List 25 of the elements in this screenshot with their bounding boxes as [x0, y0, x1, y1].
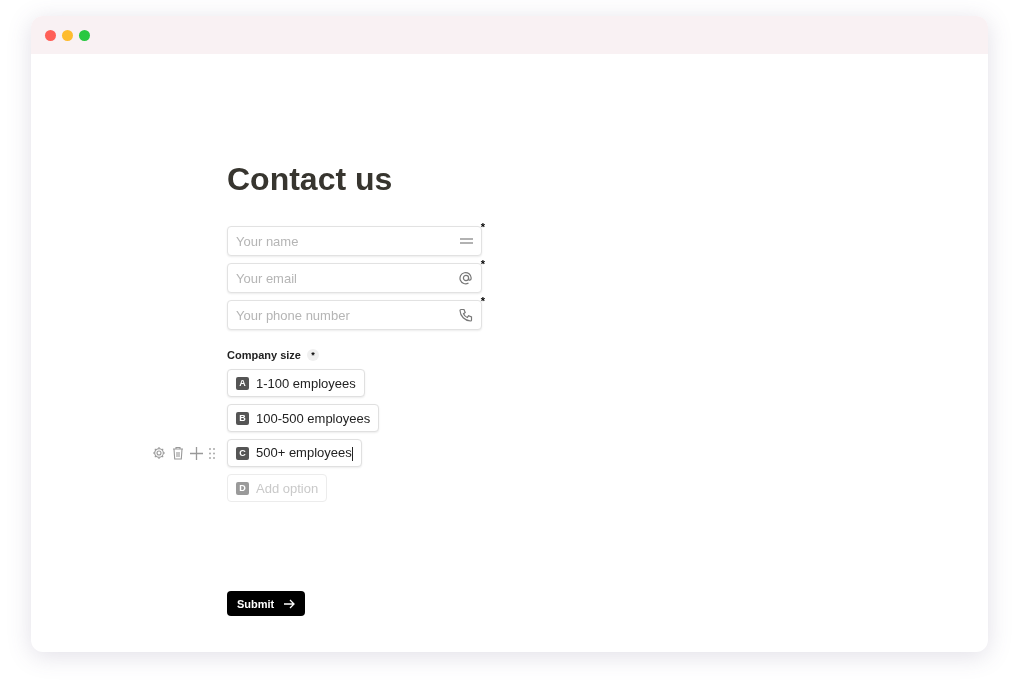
option-button[interactable]: B 100-500 employees: [227, 404, 380, 432]
text-field[interactable]: Your phone number: [227, 300, 482, 330]
required-mark: *: [480, 259, 485, 270]
drag-handle-icon[interactable]: [209, 447, 215, 459]
required-mark: *: [480, 296, 485, 307]
at-icon: [459, 271, 473, 285]
arrow-icon: [284, 598, 296, 609]
settings-icon[interactable]: [152, 446, 166, 460]
required-mark: *: [306, 349, 319, 361]
trash-icon[interactable]: [172, 446, 184, 460]
question-label: Company size: [227, 349, 301, 361]
phone-icon: [459, 308, 473, 322]
option-button[interactable]: C 500+ employees: [227, 439, 362, 467]
text-field[interactable]: Your name: [227, 226, 482, 256]
option-button[interactable]: A 1-100 employees: [227, 369, 365, 397]
lines-icon: [460, 238, 473, 244]
form-title: Contact us: [227, 163, 394, 195]
window-control[interactable]: [62, 29, 73, 41]
window-control[interactable]: [79, 29, 90, 41]
required-mark: *: [480, 222, 485, 233]
text-cursor: [351, 446, 353, 461]
window-control[interactable]: [45, 29, 56, 41]
plus-icon[interactable]: [190, 446, 203, 460]
submit-button[interactable]: Submit: [227, 591, 306, 616]
text-field[interactable]: Your email: [227, 263, 482, 293]
